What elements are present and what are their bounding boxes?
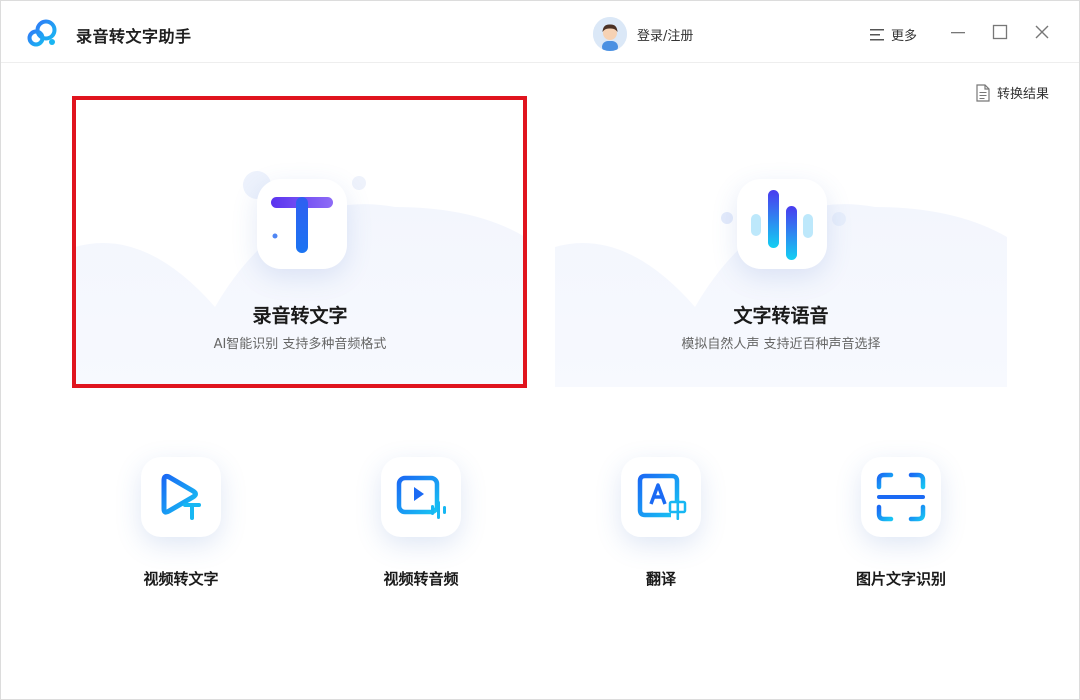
- tool-video-to-audio[interactable]: 视频转音频: [341, 457, 501, 597]
- card-title: 录音转文字: [252, 305, 348, 327]
- login-button[interactable]: 登录/注册: [593, 17, 693, 51]
- tool-label: 视频转文字: [143, 570, 219, 588]
- app-logo-icon: [27, 19, 57, 47]
- tool-label: 翻译: [645, 570, 676, 588]
- more-menu-button[interactable]: 更多: [869, 25, 917, 44]
- title-bar: 录音转文字助手 登录/注册 更多: [1, 1, 1079, 63]
- tool-label: 图片文字识别: [855, 570, 946, 588]
- image-ocr-icon: [861, 457, 941, 537]
- translate-icon: [621, 457, 701, 537]
- card-subtitle: 模拟自然人声 支持近百种声音选择: [681, 337, 881, 352]
- card-audio-to-text[interactable]: 录音转文字 AI智能识别 支持多种音频格式: [75, 97, 525, 387]
- menu-icon: [870, 28, 884, 40]
- app-title: 录音转文字助手: [76, 27, 192, 46]
- tool-image-ocr[interactable]: 图片文字识别: [821, 457, 981, 597]
- card-subtitle: AI智能识别 支持多种音频格式: [213, 337, 387, 352]
- tool-label: 视频转音频: [383, 570, 459, 588]
- login-label: 登录/注册: [637, 28, 694, 44]
- maximize-icon[interactable]: [991, 23, 1009, 41]
- scan-glyph: [876, 472, 926, 522]
- avatar: [593, 17, 627, 51]
- more-label: 更多: [891, 29, 918, 44]
- tool-video-to-text[interactable]: 视频转文字: [101, 457, 261, 597]
- text-t-icon: [271, 197, 333, 253]
- tool-translate[interactable]: 翻译: [581, 457, 741, 597]
- video-to-text-icon: [141, 457, 221, 537]
- close-icon[interactable]: [1033, 23, 1051, 41]
- audio-to-text-icon: [257, 179, 347, 269]
- text-to-speech-icon: [737, 179, 827, 269]
- minimize-icon[interactable]: [949, 23, 967, 41]
- card-text-to-speech[interactable]: 文字转语音 模拟自然人声 支持近百种声音选择: [555, 97, 1007, 387]
- play-text-glyph: [161, 473, 201, 520]
- video-to-audio-icon: [381, 457, 461, 537]
- translate-glyph: [637, 473, 687, 520]
- user-avatar-icon: [593, 17, 627, 51]
- video-wave-glyph: [396, 475, 446, 519]
- app-window: 录音转文字助手 登录/注册 更多 转换结果 录音转文字 AI智能识别 支持多种音…: [0, 0, 1080, 700]
- card-title: 文字转语音: [733, 305, 829, 327]
- soundwave-icon: [751, 190, 813, 260]
